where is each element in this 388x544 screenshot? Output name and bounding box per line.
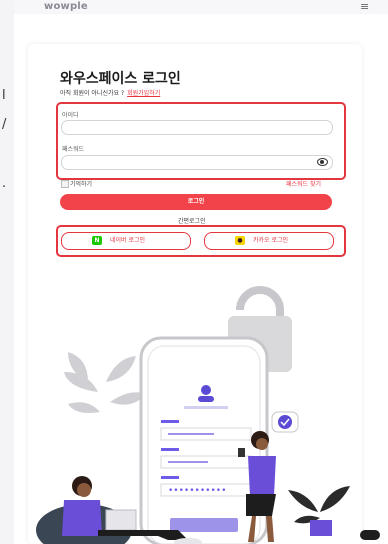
id-label: 아이디: [62, 112, 79, 119]
id-input[interactable]: [61, 120, 333, 135]
chat-widget-icon[interactable]: [360, 530, 380, 540]
brand-logo[interactable]: wowple: [44, 1, 88, 12]
naver-icon: N: [92, 236, 102, 245]
easy-login-label: 간편로그인: [178, 218, 206, 225]
signup-prompt-text: 아직 회원이 아니신가요 ?: [60, 90, 125, 97]
plant-left-icon: [64, 352, 146, 413]
kakao-chat-icon: ●: [235, 236, 245, 245]
kakao-login-label: 카카오 로그인: [253, 237, 289, 244]
signup-link[interactable]: 회원가입하기: [127, 90, 160, 97]
eye-icon[interactable]: [317, 158, 328, 166]
page-title: 와우스페이스 로그인: [60, 71, 181, 87]
plant-right-icon: [288, 486, 350, 536]
hamburger-icon[interactable]: ≡: [360, 0, 369, 13]
top-bar: wowple ≡: [14, 0, 388, 14]
naver-login-label: 네이버 로그인: [110, 237, 146, 244]
remember-label: 기억하기: [70, 181, 93, 188]
login-card: 와우스페이스 로그인 아직 회원이 아니신가요 ? 회원가입하기 아이디 패스워드…: [28, 44, 362, 544]
password-label: 패스워드: [62, 146, 85, 153]
check-bubble-icon: [271, 411, 299, 433]
kakao-login-button[interactable]: ● 카카오 로그인: [204, 232, 334, 250]
remember-checkbox[interactable]: [61, 180, 69, 188]
side-text-fragment: /: [2, 117, 7, 132]
signup-prompt: 아직 회원이 아니신가요 ? 회원가입하기: [60, 88, 160, 97]
side-text-fragment: .: [2, 176, 7, 191]
login-button[interactable]: 로그인: [60, 194, 332, 210]
side-text-fragment: l: [2, 88, 6, 103]
left-panel-strip: l / .: [0, 0, 14, 544]
svg-text:•••••••••••: •••••••••••: [168, 486, 226, 496]
find-password-link[interactable]: 패스워드 찾기: [286, 179, 321, 188]
password-input[interactable]: [61, 155, 333, 170]
login-illustration: •••••••••••: [36, 286, 350, 544]
naver-login-button[interactable]: N 네이버 로그인: [61, 232, 191, 250]
